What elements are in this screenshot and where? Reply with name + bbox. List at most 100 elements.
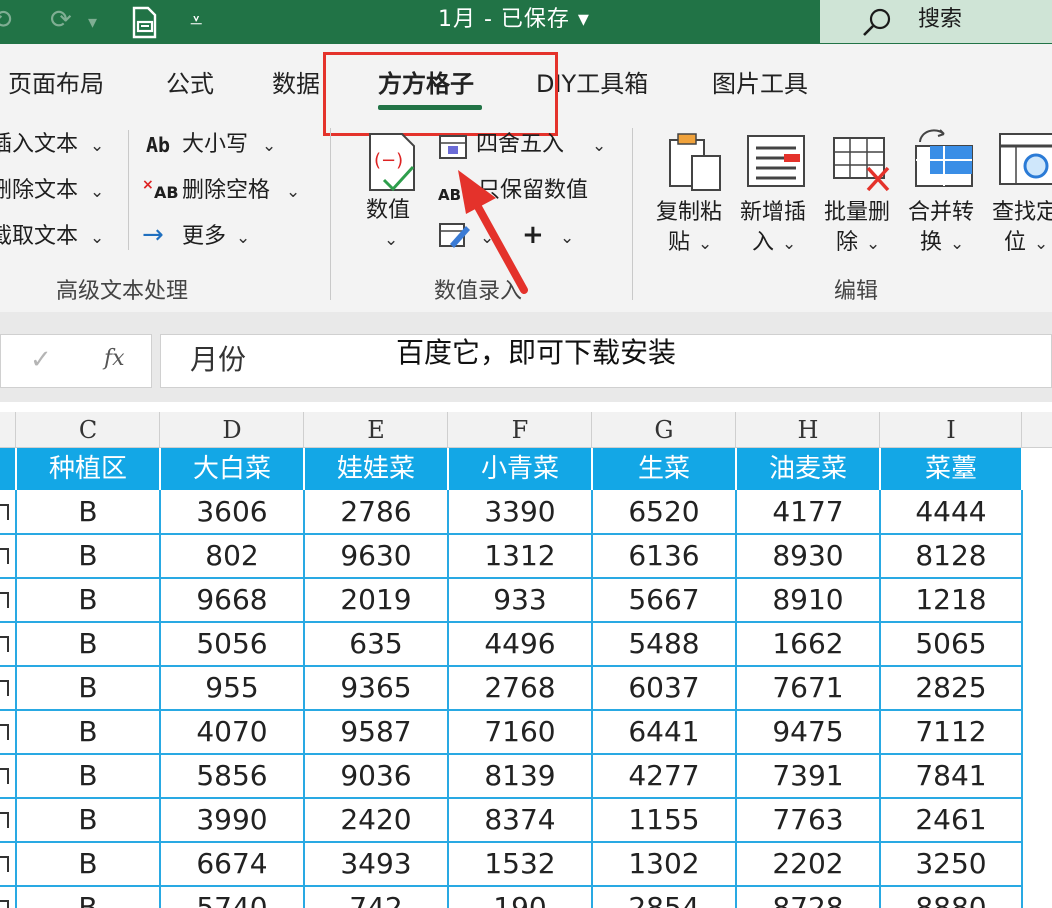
table-cell[interactable]: 5740 [160, 886, 304, 908]
table-cell[interactable]: B [16, 534, 160, 578]
column-letter-header[interactable]: E [304, 412, 448, 448]
chevron-down-icon[interactable]: ⌄ [592, 136, 606, 156]
customize-toolbar-icon[interactable]: ⩡ [190, 7, 202, 37]
table-cell[interactable]: 6441 [592, 710, 736, 754]
table-header-cell[interactable]: 娃娃菜 [304, 448, 448, 490]
table-cell[interactable]: 7160 [448, 710, 592, 754]
chevron-down-icon[interactable]: ⌄ [560, 228, 574, 248]
copy-paste-button[interactable]: 复制粘 [656, 198, 722, 228]
copy-paste-button-line2[interactable]: 贴 [668, 228, 690, 258]
table-cell[interactable]: 3250 [880, 842, 1022, 886]
table-cell[interactable]: 5065 [880, 622, 1022, 666]
undo-icon[interactable]: ⟲ [0, 5, 12, 35]
chevron-down-icon[interactable]: ⌄ [262, 136, 276, 156]
table-cell[interactable]: 6674 [160, 842, 304, 886]
table-cell[interactable]: 8139 [448, 754, 592, 798]
table-cell[interactable]: 7841 [880, 754, 1022, 798]
table-cell[interactable]: 1218 [880, 578, 1022, 622]
round-icon[interactable] [438, 130, 470, 160]
new-insert-button[interactable]: 新增插 [740, 198, 806, 228]
table-cell[interactable]: 7671 [736, 666, 880, 710]
table-cell[interactable]: 8880 [880, 886, 1022, 908]
table-header-cell[interactable]: 小青菜 [448, 448, 592, 490]
redo-dropdown-icon[interactable]: ▾ [88, 8, 97, 38]
remove-space-button[interactable]: 删除空格 [182, 176, 270, 206]
table-cell[interactable]: 5667 [592, 578, 736, 622]
table-cell[interactable]: B [16, 490, 160, 534]
chevron-down-icon[interactable]: ⌄ [90, 228, 104, 248]
keep-numbers-button[interactable]: 只保留数值 [478, 176, 588, 206]
chevron-down-icon[interactable]: ⌄ [480, 228, 494, 248]
table-cell[interactable]: B [16, 622, 160, 666]
merge-convert-button-line2[interactable]: 换 [920, 228, 942, 258]
table-header-cell[interactable]: 生菜 [592, 448, 736, 490]
formula-value[interactable]: 月份 [190, 344, 246, 376]
insert-rows-icon[interactable] [744, 134, 808, 190]
new-insert-button-line2[interactable]: 入 [752, 228, 774, 258]
table-cell[interactable]: 9475 [736, 710, 880, 754]
document-title[interactable]: 1月 - 已保存 ▾ [438, 5, 590, 35]
table-cell[interactable]: 4444 [880, 490, 1022, 534]
table-cell[interactable]: 635 [304, 622, 448, 666]
table-cell[interactable]: B [16, 710, 160, 754]
table-cell[interactable]: 5488 [592, 622, 736, 666]
tab-data[interactable]: 数据 [272, 68, 320, 100]
merge-convert-icon[interactable] [912, 128, 976, 190]
find-locate-button-line2[interactable]: 位 [1004, 228, 1026, 258]
round-button[interactable]: 四舍五入 [476, 130, 564, 160]
table-cell[interactable]: 742 [304, 886, 448, 908]
chevron-down-icon[interactable]: ⌄ [866, 234, 880, 254]
table-cell[interactable]: 8910 [736, 578, 880, 622]
tab-picture-tools[interactable]: 图片工具 [712, 68, 808, 100]
table-cell[interactable]: 802 [160, 534, 304, 578]
table-cell[interactable]: 5856 [160, 754, 304, 798]
table-cell[interactable]: 5056 [160, 622, 304, 666]
table-cell[interactable]: 9365 [304, 666, 448, 710]
find-locate-button[interactable]: 查找定 [992, 198, 1052, 228]
chevron-down-icon[interactable]: ⌄ [950, 234, 964, 254]
merge-convert-button[interactable]: 合并转 [908, 198, 974, 228]
table-cell[interactable]: 2420 [304, 798, 448, 842]
clipboard-icon[interactable] [664, 130, 726, 194]
table-cell[interactable]: 6520 [592, 490, 736, 534]
chevron-down-icon[interactable]: ⌄ [1034, 234, 1048, 254]
table-cell[interactable]: 2786 [304, 490, 448, 534]
batch-delete-button-line2[interactable]: 除 [836, 228, 858, 258]
find-locate-icon[interactable] [996, 130, 1052, 192]
table-cell[interactable]: 1532 [448, 842, 592, 886]
table-cell[interactable]: 7391 [736, 754, 880, 798]
table-cell[interactable]: 3493 [304, 842, 448, 886]
table-cell[interactable]: B [16, 578, 160, 622]
insert-text-button[interactable]: 插入文本 [0, 130, 78, 160]
table-cell[interactable]: 9587 [304, 710, 448, 754]
table-cell[interactable]: 4070 [160, 710, 304, 754]
chevron-down-icon[interactable]: ⌄ [90, 182, 104, 202]
table-cell[interactable]: 9668 [160, 578, 304, 622]
tab-formulas[interactable]: 公式 [166, 68, 214, 100]
edit-table-icon[interactable] [438, 220, 472, 250]
table-cell[interactable]: 2854 [592, 886, 736, 908]
column-letter-header[interactable]: G [592, 412, 736, 448]
chevron-down-icon[interactable]: ⌄ [286, 182, 300, 202]
print-preview-icon[interactable] [128, 6, 162, 40]
chevron-down-icon[interactable]: ⌄ [384, 230, 398, 250]
table-cell[interactable]: 8374 [448, 798, 592, 842]
batch-delete-icon[interactable] [830, 134, 894, 194]
table-cell[interactable]: B [16, 754, 160, 798]
table-header-cell[interactable]: 油麦菜 [736, 448, 880, 490]
table-cell[interactable]: 4277 [592, 754, 736, 798]
redo-icon[interactable]: ⟳ [50, 5, 72, 35]
column-letter-header[interactable]: F [448, 412, 592, 448]
column-letter-header[interactable]: I [880, 412, 1022, 448]
plus-button[interactable]: + [522, 220, 544, 250]
table-header-cell[interactable]: 种植区 [16, 448, 160, 490]
table-cell[interactable]: 4177 [736, 490, 880, 534]
table-cell[interactable]: 9630 [304, 534, 448, 578]
delete-text-button[interactable]: 删除文本 [0, 176, 78, 206]
chevron-down-icon[interactable]: ⌄ [236, 228, 250, 248]
table-cell[interactable]: 9036 [304, 754, 448, 798]
keep-numbers-icon[interactable]: AB [438, 180, 461, 210]
table-cell[interactable]: 2202 [736, 842, 880, 886]
numeric-value-button[interactable]: 数值 [366, 196, 410, 226]
table-cell[interactable]: 8930 [736, 534, 880, 578]
